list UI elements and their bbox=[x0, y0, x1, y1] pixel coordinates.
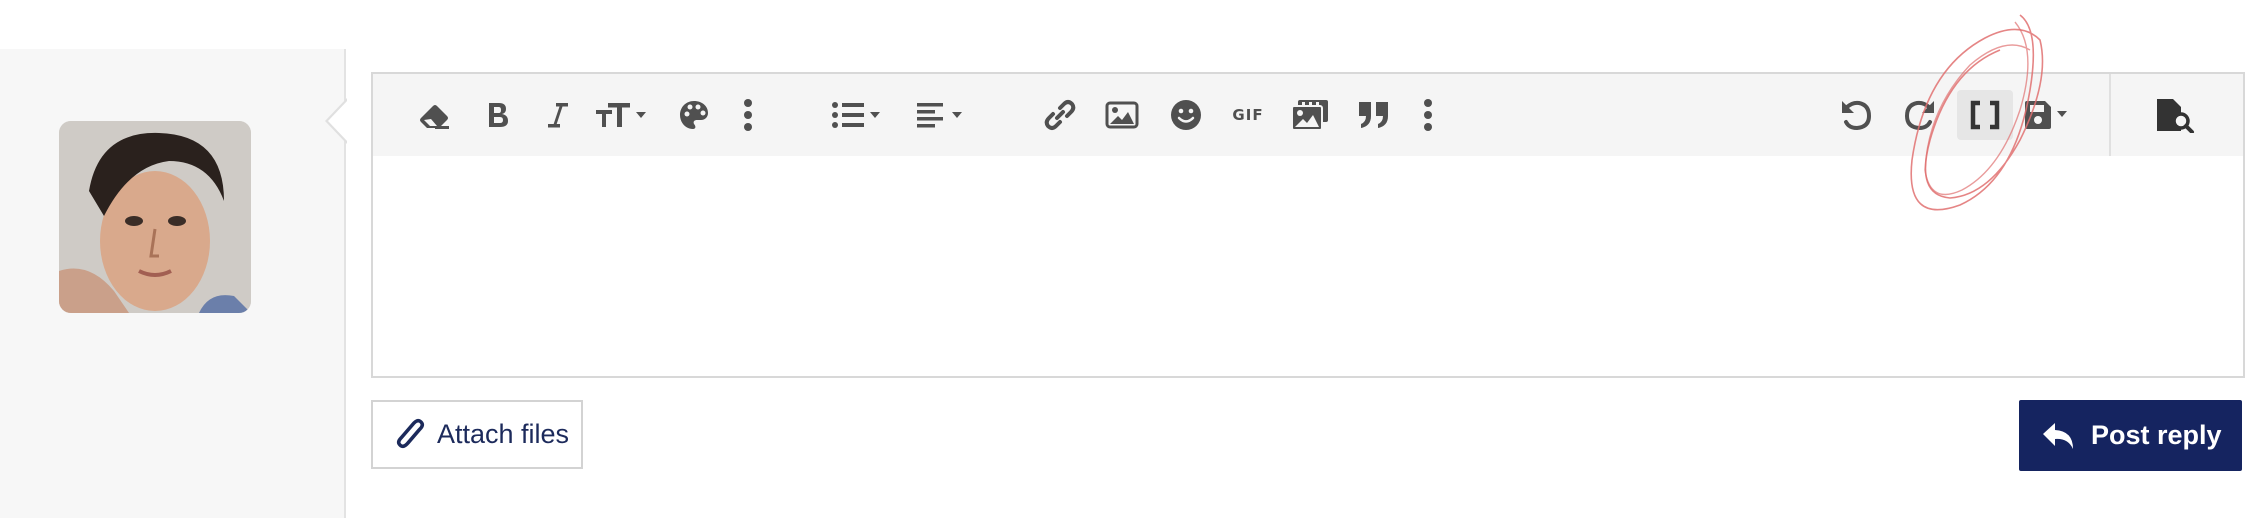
avatar[interactable] bbox=[59, 121, 251, 313]
insert-media-button[interactable] bbox=[1285, 90, 1335, 140]
link-icon bbox=[1044, 100, 1076, 130]
editor-content-area[interactable] bbox=[373, 156, 2243, 376]
italic-icon bbox=[548, 103, 568, 128]
redo-icon bbox=[1904, 100, 1934, 131]
more-insert-options-button[interactable] bbox=[1413, 90, 1443, 140]
font-size-button[interactable] bbox=[591, 90, 657, 140]
text-size-icon bbox=[596, 103, 646, 127]
insert-emoji-button[interactable] bbox=[1161, 90, 1211, 140]
preview-icon bbox=[2157, 99, 2194, 133]
post-reply-button[interactable]: Post reply bbox=[2019, 400, 2242, 471]
attach-files-button[interactable]: Attach files bbox=[371, 400, 583, 469]
attach-files-label: Attach files bbox=[437, 419, 570, 449]
bold-button[interactable] bbox=[473, 90, 523, 140]
brackets-icon bbox=[1970, 100, 2000, 130]
eraser-icon bbox=[420, 105, 449, 129]
clear-formatting-button[interactable] bbox=[409, 90, 459, 140]
palette-icon bbox=[680, 101, 708, 129]
quote-button[interactable] bbox=[1349, 90, 1399, 140]
redo-button[interactable] bbox=[1895, 90, 1945, 140]
insert-link-button[interactable] bbox=[1035, 90, 1085, 140]
list-button[interactable] bbox=[829, 90, 889, 140]
more-vertical-icon bbox=[1424, 99, 1432, 131]
insert-gif-button[interactable]: GIF bbox=[1223, 90, 1273, 140]
undo-button[interactable] bbox=[1831, 90, 1881, 140]
editor-toolbar: GIF bbox=[373, 74, 2243, 156]
more-vertical-icon bbox=[744, 99, 752, 131]
insert-image-button[interactable] bbox=[1097, 90, 1147, 140]
more-text-options-button[interactable] bbox=[733, 90, 763, 140]
drafts-button[interactable] bbox=[2021, 90, 2081, 140]
media-icon bbox=[1291, 100, 1328, 131]
avatar-image bbox=[59, 121, 251, 313]
message-arrow bbox=[325, 98, 348, 144]
rich-text-editor: GIF bbox=[371, 72, 2245, 378]
list-icon bbox=[832, 102, 880, 128]
undo-icon bbox=[1842, 100, 1872, 131]
bold-icon bbox=[489, 103, 508, 127]
image-icon bbox=[1105, 101, 1139, 129]
paperclip-icon bbox=[396, 418, 425, 448]
smiley-icon bbox=[1171, 100, 1201, 130]
reply-icon bbox=[2043, 422, 2073, 449]
align-left-icon bbox=[917, 103, 962, 128]
italic-button[interactable] bbox=[533, 90, 583, 140]
toggle-bbcode-button[interactable] bbox=[1957, 90, 2013, 140]
align-button[interactable] bbox=[913, 90, 973, 140]
toolbar-separator bbox=[2109, 74, 2111, 156]
post-reply-label: Post reply bbox=[2091, 420, 2222, 450]
message-user-panel bbox=[0, 49, 346, 518]
save-icon bbox=[2025, 101, 2067, 129]
text-color-button[interactable] bbox=[669, 90, 719, 140]
preview-button[interactable] bbox=[2147, 90, 2203, 140]
gif-icon: GIF bbox=[1232, 106, 1264, 124]
quote-icon bbox=[1359, 102, 1388, 128]
